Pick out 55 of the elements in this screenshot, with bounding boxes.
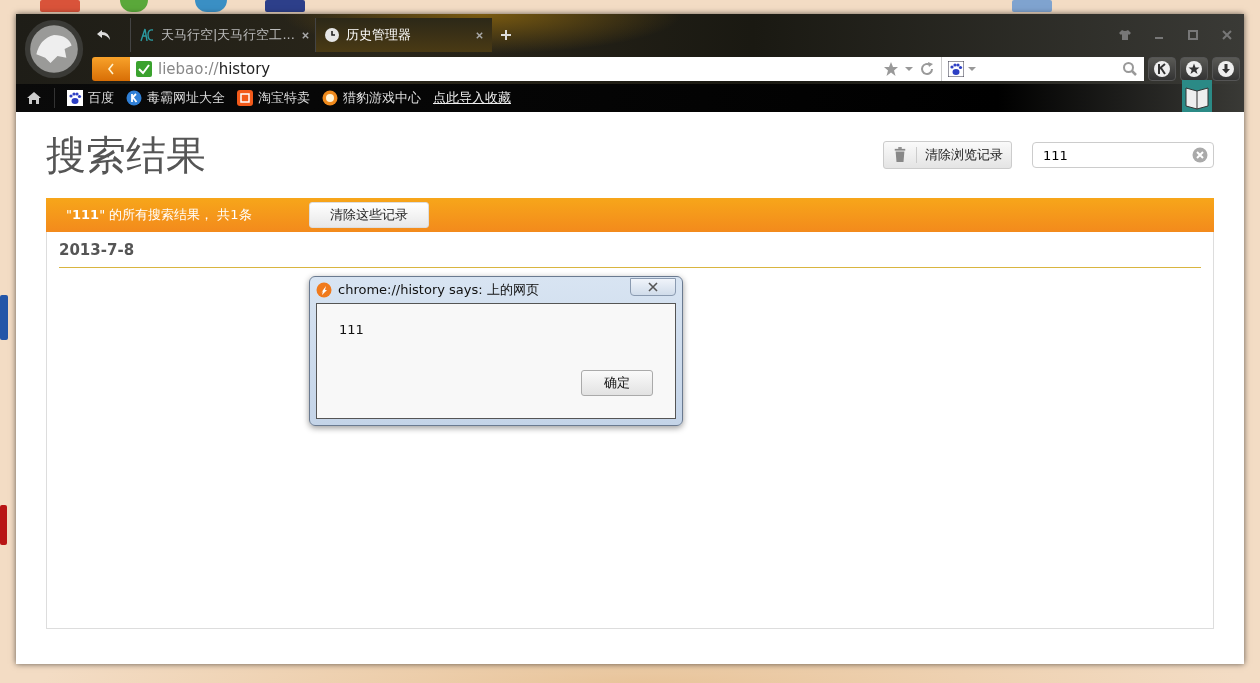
date-heading: 2013-7-8 xyxy=(59,240,136,261)
home-icon[interactable] xyxy=(26,90,42,106)
dialog-title: chrome://history says: 上的网页 xyxy=(338,281,539,299)
secure-check-icon xyxy=(136,61,152,77)
bookmark-label: 毒霸网址大全 xyxy=(147,89,225,107)
button-label: 清除浏览记录 xyxy=(924,146,1003,164)
bookmark-item[interactable]: 毒霸网址大全 xyxy=(126,89,225,107)
back-button[interactable] xyxy=(92,57,130,81)
results-summary: "111" 的所有搜索结果， 共1条 xyxy=(66,206,253,224)
clock-icon xyxy=(324,27,340,43)
dropdown-caret-icon[interactable] xyxy=(968,65,976,73)
chevron-left-icon xyxy=(106,62,116,76)
clear-icon[interactable] xyxy=(1192,147,1208,163)
browser-tab[interactable]: 天马行空|天马行空工... xyxy=(130,18,307,52)
dialog-message: 111 xyxy=(339,322,365,337)
bookmark-item[interactable]: 淘宝特卖 xyxy=(237,89,310,107)
bookmark-label: 猎豹游戏中心 xyxy=(343,89,421,107)
book-icon[interactable] xyxy=(1182,80,1212,112)
address-bar[interactable]: liebao://history xyxy=(130,57,1144,81)
download-button[interactable] xyxy=(1212,57,1240,81)
refresh-icon[interactable] xyxy=(919,61,935,77)
close-icon xyxy=(647,282,659,292)
new-tab-icon[interactable] xyxy=(500,29,512,41)
page-title: 搜索结果 xyxy=(46,130,206,180)
ring-logo-icon xyxy=(322,90,338,106)
paw-icon xyxy=(67,90,83,106)
favorites-button[interactable] xyxy=(1180,57,1208,81)
browser-logo-icon xyxy=(316,282,332,298)
dropdown-caret-icon[interactable] xyxy=(905,65,913,73)
k-button[interactable] xyxy=(1148,57,1176,81)
site-logo-icon xyxy=(139,27,155,43)
close-icon[interactable] xyxy=(300,30,310,40)
browser-tab[interactable]: 历史管理器 xyxy=(315,18,492,52)
tab-title: 历史管理器 xyxy=(346,26,412,44)
tab-title: 天马行空|天马行空工... xyxy=(161,26,295,44)
paw-icon[interactable] xyxy=(948,61,964,77)
k-logo-icon xyxy=(126,90,142,106)
ok-button[interactable]: 确定 xyxy=(581,370,653,396)
bookmark-item[interactable]: 猎豹游戏中心 xyxy=(322,89,421,107)
search-field[interactable]: 111 xyxy=(1032,142,1214,168)
close-button[interactable] xyxy=(630,278,676,296)
clear-results-button[interactable]: 清除这些记录 xyxy=(309,202,429,228)
cheetah-logo-icon[interactable] xyxy=(24,19,84,79)
import-favorites-link[interactable]: 点此导入收藏 xyxy=(433,89,511,107)
desktop-icon[interactable] xyxy=(195,0,227,12)
square-logo-icon xyxy=(237,90,253,106)
skin-icon[interactable] xyxy=(1118,29,1132,41)
bookmark-item[interactable]: 百度 xyxy=(67,89,114,107)
maximize-icon[interactable] xyxy=(1186,29,1200,41)
bookmark-label: 淘宝特卖 xyxy=(258,89,310,107)
search-icon[interactable] xyxy=(1122,61,1138,77)
bookmark-label: 百度 xyxy=(88,89,114,107)
close-icon[interactable] xyxy=(475,30,484,40)
clear-history-button[interactable]: 清除浏览记录 xyxy=(883,141,1012,169)
star-icon[interactable] xyxy=(883,61,899,77)
